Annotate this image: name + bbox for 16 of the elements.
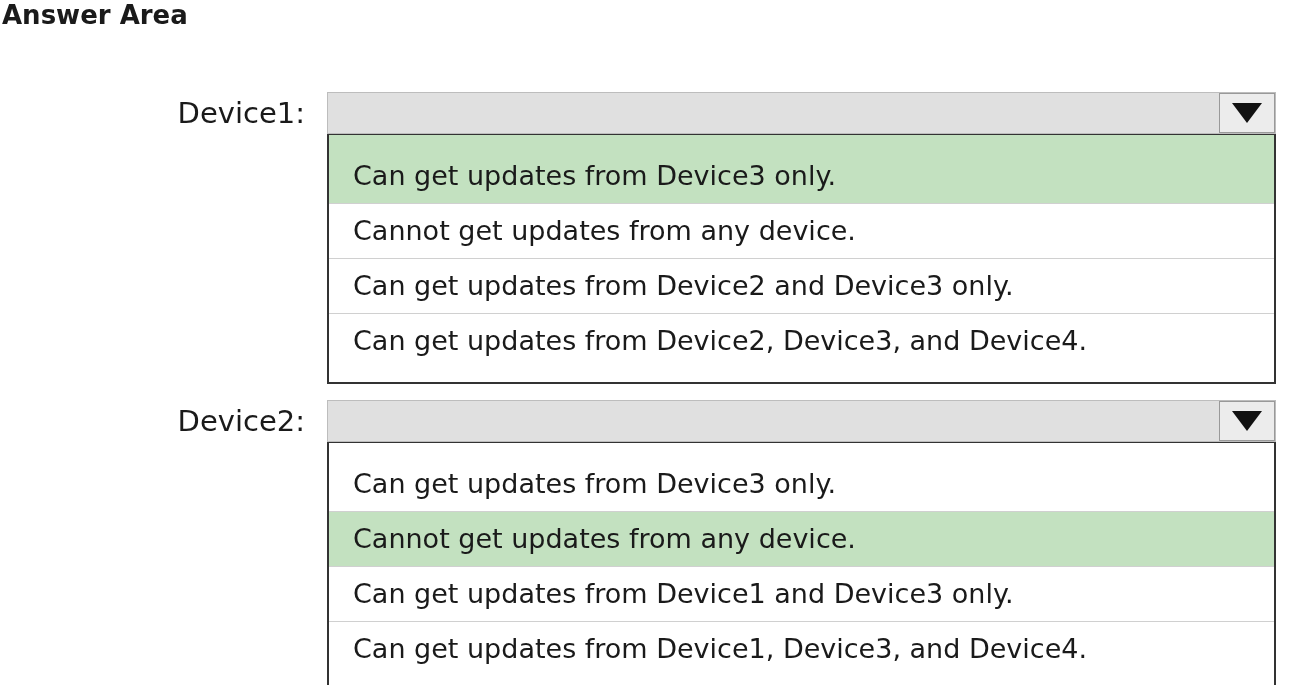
dropdown-field[interactable] [327, 92, 1276, 134]
dropdown-option[interactable]: Can get updates from Device1 and Device3 only. [329, 567, 1274, 622]
device-label: Device1: [176, 95, 306, 132]
dropdown-option[interactable]: Can get updates from Device2 and Device3 only. [329, 259, 1274, 314]
dropdown-field[interactable] [327, 400, 1276, 442]
caret-icon [1232, 103, 1262, 123]
device-label: Device2: [176, 403, 306, 440]
answer-area-title: Answer Area [1, 0, 189, 30]
dropdown-option[interactable]: Can get updates from Device1, Device3, and Device4. [329, 622, 1274, 676]
dropdown-option[interactable]: Cannot get updates from any device. [329, 204, 1274, 259]
dropdown-arrow-button[interactable] [1219, 93, 1275, 133]
dropdown-arrow-button[interactable] [1219, 401, 1275, 441]
dropdown-option[interactable]: Can get updates from Device3 only. [329, 135, 1274, 204]
dropdown-option[interactable]: Can get updates from Device2, Device3, and Device4. [329, 314, 1274, 368]
caret-icon [1232, 411, 1262, 431]
dropdown-option[interactable]: Cannot get updates from any device. [329, 512, 1274, 567]
